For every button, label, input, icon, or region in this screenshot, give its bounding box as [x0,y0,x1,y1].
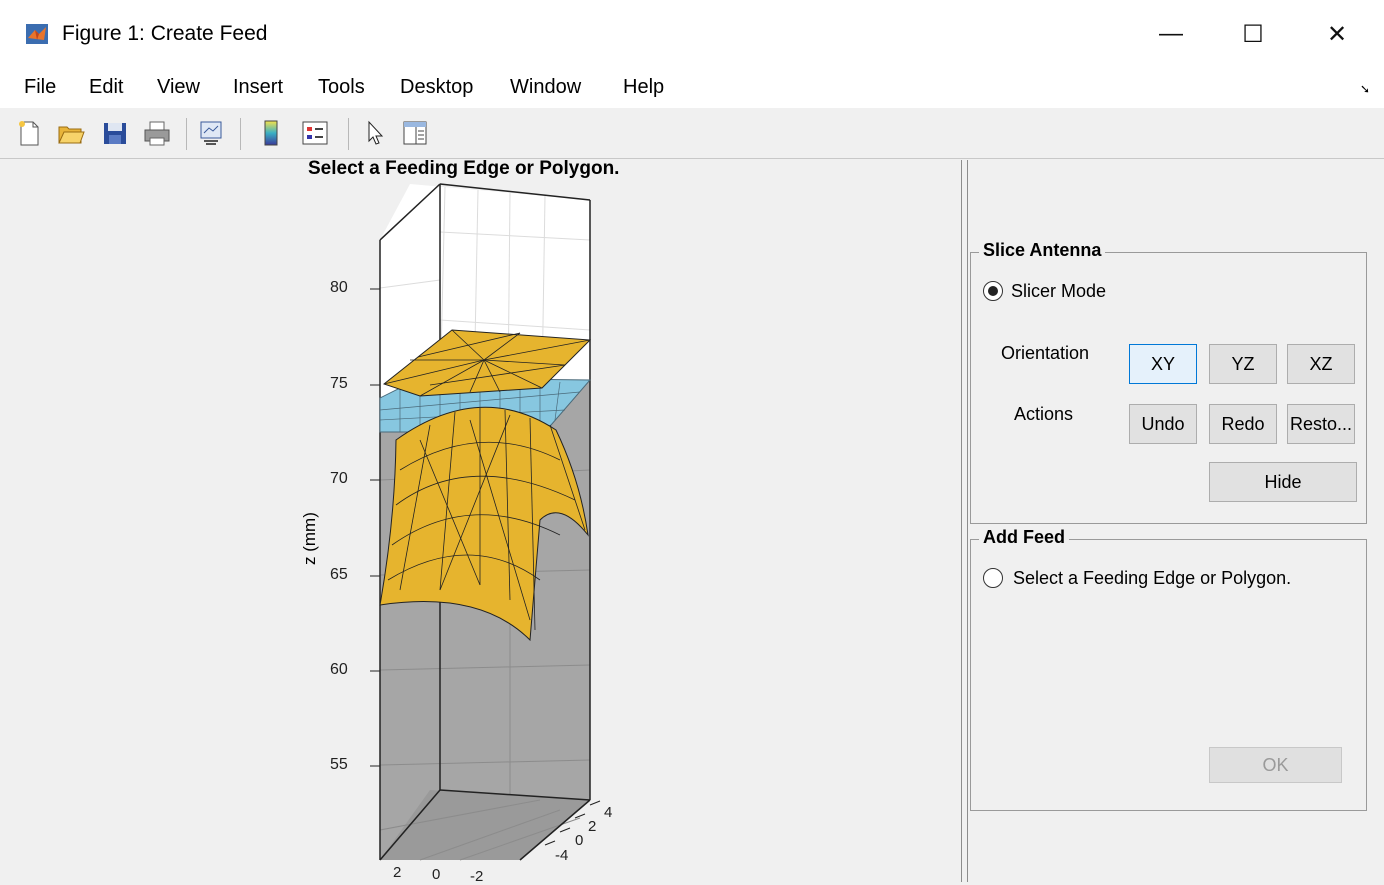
plot-title: Select a Feeding Edge or Polygon. [308,158,620,179]
slice-antenna-title: Slice Antenna [979,240,1106,261]
y-tick-label: -4 [555,847,569,864]
z-tick-label: 55 [330,756,348,773]
minimize-button[interactable]: — [1148,14,1194,54]
close-icon: ✕ [1326,20,1348,48]
y-tick-label: 0 [575,832,584,849]
slicer-mode-radio[interactable] [983,281,1003,301]
z-tick-label: 60 [330,661,348,678]
add-feed-title: Add Feed [979,527,1070,548]
y-tick-label: 4 [604,804,613,821]
z-tick-label: 70 [330,470,348,487]
y-tick-label: 2 [588,818,597,835]
select-feed-label: Select a Feeding Edge or Polygon. [1013,568,1292,588]
z-tick-label: 80 [330,279,348,296]
maximize-icon: ☐ [1242,20,1264,48]
actions-label: Actions [1014,404,1074,424]
slicer-mode-label: Slicer Mode [1011,281,1107,301]
orientation-label: Orientation [1001,343,1090,363]
add-feed-panel: Add Feed Select a Feeding Edge or Polygo… [970,527,1367,811]
x-tick-label: -2 [470,868,484,885]
ok-button[interactable]: OK [1209,747,1342,783]
orientation-xy-button[interactable]: XY [1129,344,1197,384]
orientation-yz-button[interactable]: YZ [1209,344,1277,384]
z-tick-label: 65 [330,566,348,583]
dock-arrow-icon[interactable]: ➘ [1360,82,1370,96]
slice-antenna-panel: Slice Antenna Slicer Mode Orientation XY… [970,240,1367,524]
x-tick-label: 0 [432,866,441,883]
redo-button[interactable]: Redo [1209,404,1277,444]
minimize-icon: — [1159,20,1183,47]
panel-divider[interactable] [961,160,968,882]
z-tick-label: 75 [330,375,348,392]
z-axis-label: z (mm) [300,512,319,565]
close-button[interactable]: ✕ [1314,14,1360,54]
maximize-button[interactable]: ☐ [1230,14,1276,54]
orientation-xz-button[interactable]: XZ [1287,344,1355,384]
axes-3d[interactable] [0,0,960,882]
undo-button[interactable]: Undo [1129,404,1197,444]
restore-button[interactable]: Resto... [1287,404,1355,444]
hide-button[interactable]: Hide [1209,462,1357,502]
x-tick-label: 2 [393,864,402,881]
select-feed-radio[interactable] [983,568,1003,588]
